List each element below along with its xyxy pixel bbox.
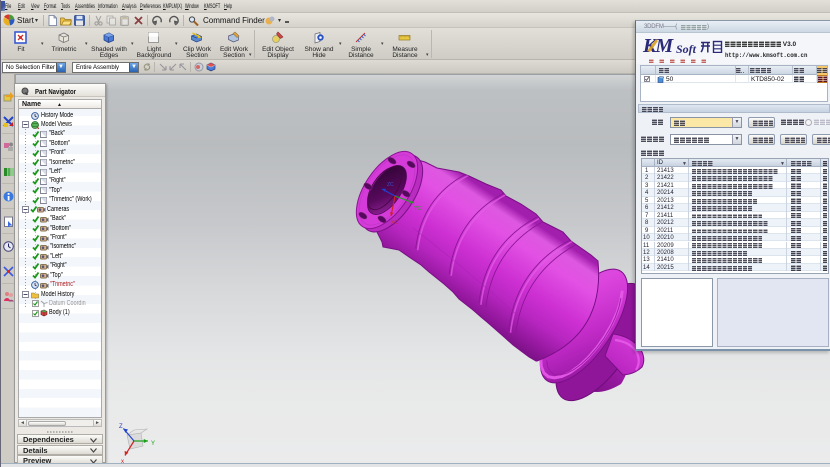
svg-text:ZC: ZC xyxy=(387,182,394,188)
svg-text:Z: Z xyxy=(119,424,123,430)
svg-text:YC: YC xyxy=(414,206,421,212)
svg-text:Y: Y xyxy=(151,441,155,447)
svg-text:XC: XC xyxy=(391,220,398,226)
